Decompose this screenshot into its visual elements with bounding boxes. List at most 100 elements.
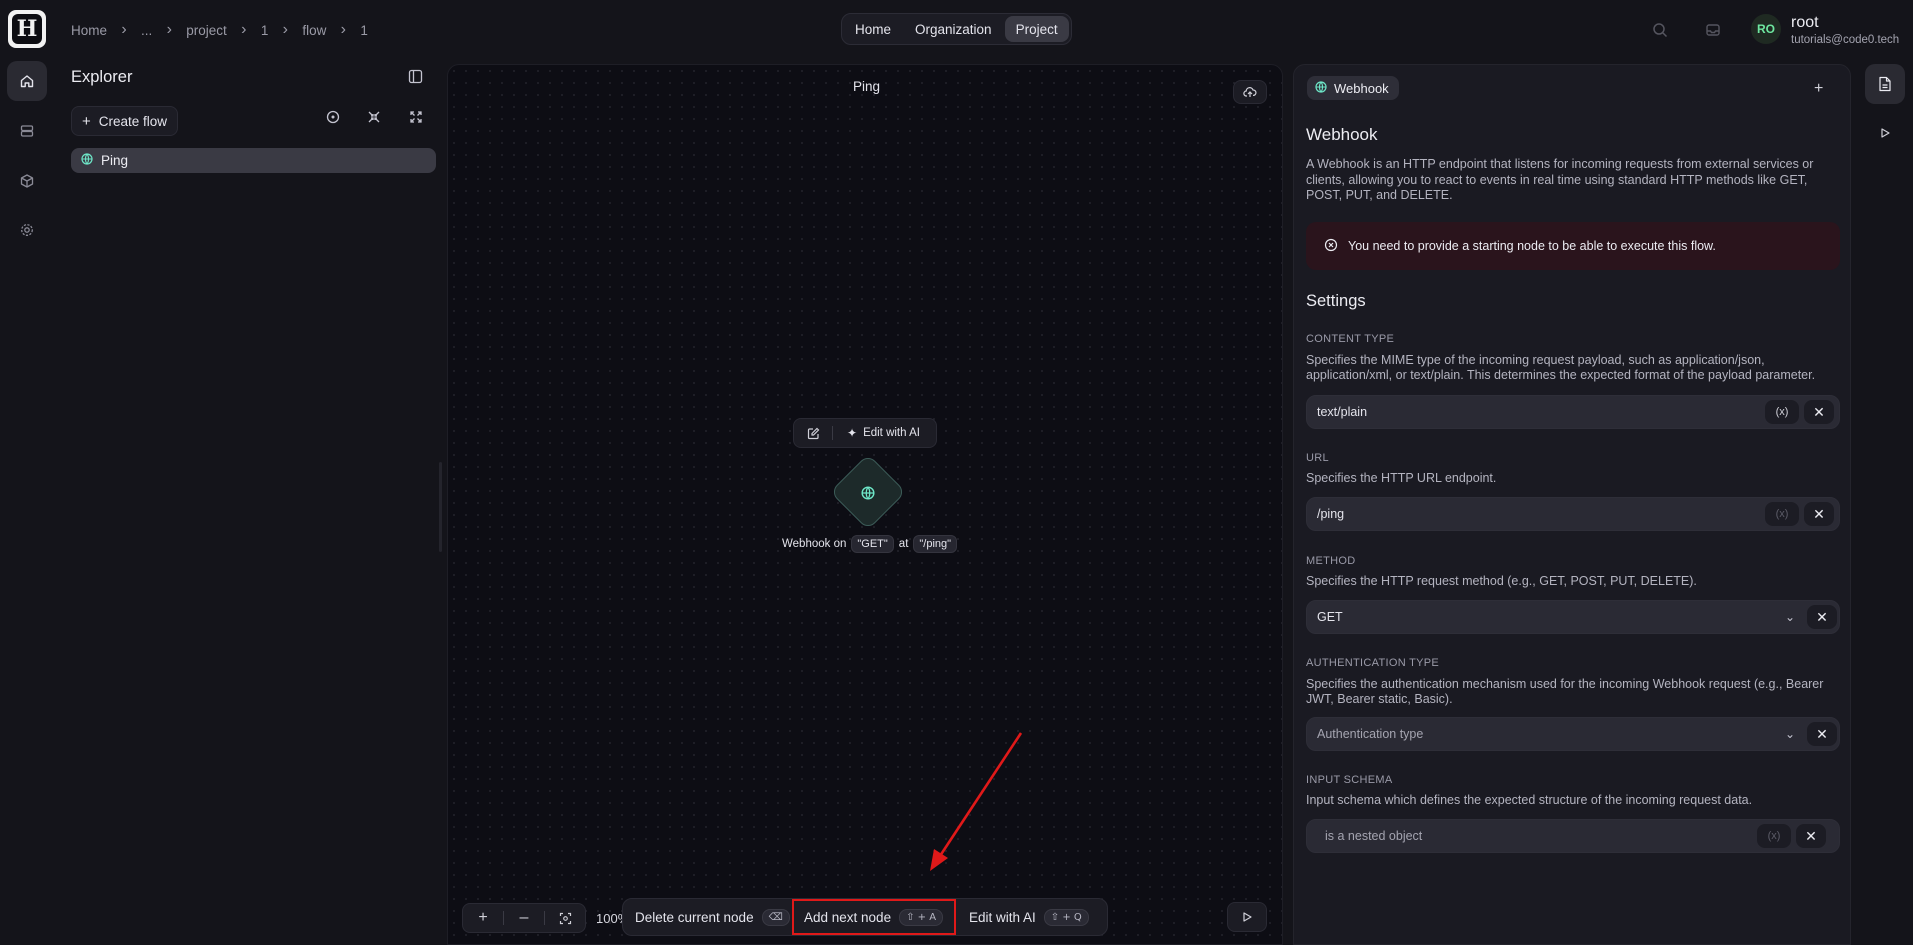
start-node-alert: You need to provide a starting node to b… (1306, 222, 1840, 270)
webhook-chip[interactable]: Webhook (1307, 76, 1399, 100)
auth-type-placeholder: Authentication type (1317, 727, 1424, 741)
avatar[interactable]: RO (1751, 14, 1781, 44)
collapse-all-icon[interactable] (367, 110, 381, 127)
rail-settings-button[interactable] (7, 210, 47, 250)
input-schema-input[interactable]: is a nested object (x) ✕ (1306, 819, 1840, 853)
auth-type-label: AUTHENTICATION TYPE (1306, 657, 1440, 669)
node-label: Webhook on "GET" at "/ping" (782, 535, 958, 553)
auth-type-select[interactable]: Authentication type ⌄ ✕ (1306, 717, 1840, 751)
breadcrumb-project-id[interactable]: 1 (261, 23, 269, 38)
method-label: METHOD (1306, 555, 1356, 567)
node-toolbar: ✦ Edit with AI (793, 418, 937, 448)
add-tab-icon[interactable]: + (1814, 80, 1823, 98)
chevron-down-icon: ⌄ (1785, 727, 1796, 741)
app-logo[interactable]: H (8, 10, 46, 48)
globe-icon (856, 481, 880, 505)
cube-icon (20, 174, 34, 188)
method-select[interactable]: GET ⌄ ✕ (1306, 600, 1840, 634)
target-icon[interactable] (326, 110, 340, 127)
search-icon[interactable] (1649, 19, 1671, 41)
globe-icon (81, 153, 93, 168)
logo-glyph: H (12, 14, 42, 44)
expand-all-icon[interactable] (409, 110, 423, 127)
url-value: /ping (1317, 507, 1345, 521)
edit-with-ai-button[interactable]: Edit with AI ⇧ + Q (969, 899, 1089, 935)
breadcrumb-ellipsis[interactable]: ... (141, 23, 152, 38)
breadcrumb-flow-id[interactable]: 1 (360, 23, 368, 38)
explorer-title: Explorer (71, 68, 133, 86)
variable-toggle-button[interactable]: (x) (1765, 400, 1799, 424)
edit-ai-shortcut: ⇧ + Q (1043, 908, 1089, 926)
x-circle-icon (1324, 238, 1338, 255)
method-value: GET (1317, 610, 1343, 624)
url-description: Specifies the HTTP URL endpoint. (1306, 471, 1497, 485)
url-input[interactable]: /ping (x) ✕ (1306, 497, 1840, 531)
run-flow-button[interactable] (1227, 902, 1267, 932)
gear-icon (21, 224, 33, 236)
resize-handle[interactable] (439, 462, 442, 552)
edit-node-icon[interactable] (794, 427, 832, 440)
create-flow-label: Create flow (98, 113, 168, 129)
nav-home[interactable]: Home (844, 16, 902, 42)
delete-node-button[interactable]: Delete current node ⌫ (635, 899, 790, 935)
alert-text: You need to provide a starting node to b… (1348, 239, 1716, 253)
content-type-label: CONTENT TYPE (1306, 333, 1395, 345)
webhook-chip-label: Webhook (1334, 80, 1389, 96)
zoom-controls: + – (462, 903, 586, 933)
breadcrumb-flow[interactable]: flow (302, 23, 326, 38)
breadcrumb-home[interactable]: Home (71, 23, 107, 38)
server-icon (20, 125, 34, 137)
clear-icon[interactable]: ✕ (1807, 722, 1837, 746)
nav-project[interactable]: Project (1004, 16, 1069, 42)
execute-panel-button[interactable] (1865, 113, 1905, 153)
create-flow-button[interactable]: + Create flow (71, 106, 179, 136)
explorer-item-label: Ping (101, 153, 129, 168)
chevron-right-icon: › (121, 21, 127, 38)
rail-home-button[interactable] (7, 61, 47, 101)
play-icon (1881, 128, 1890, 138)
top-nav: Home Organization Project (841, 13, 1072, 45)
chevron-right-icon: › (340, 21, 346, 38)
delete-node-label: Delete current node (635, 909, 754, 925)
backspace-shortcut: ⌫ (761, 908, 790, 926)
rail-database-button[interactable] (7, 111, 47, 151)
nav-organization[interactable]: Organization (904, 16, 1003, 42)
settings-title: Settings (1306, 292, 1366, 310)
zoom-out-button[interactable]: – (504, 904, 544, 932)
node-path-chip: "/ping" (913, 535, 958, 553)
content-type-input[interactable]: text/plain (x) ✕ (1306, 395, 1840, 429)
user-name: root (1791, 14, 1819, 31)
node-edit-ai-button[interactable]: ✦ Edit with AI (833, 426, 920, 440)
fit-view-icon (559, 912, 571, 924)
clear-icon[interactable]: ✕ (1804, 400, 1834, 424)
clear-icon[interactable]: ✕ (1804, 502, 1834, 526)
variable-toggle-button[interactable]: (x) (1757, 824, 1791, 848)
breadcrumb-project[interactable]: project (186, 23, 227, 38)
globe-icon (1315, 80, 1327, 96)
chevron-right-icon: › (241, 21, 247, 38)
deploy-button[interactable] (1233, 80, 1267, 104)
zoom-in-button[interactable]: + (463, 904, 503, 932)
fit-view-button[interactable] (545, 904, 585, 932)
content-type-description: Specifies the MIME type of the incoming … (1306, 353, 1816, 382)
rail-package-button[interactable] (7, 161, 47, 201)
explorer-item-ping[interactable]: Ping (71, 148, 436, 173)
clear-icon[interactable]: ✕ (1807, 605, 1837, 629)
home-icon (20, 75, 34, 88)
clear-icon[interactable]: ✕ (1796, 824, 1826, 848)
document-panel-button[interactable] (1865, 64, 1905, 104)
url-label: URL (1306, 452, 1329, 464)
input-schema-label: INPUT SCHEMA (1306, 774, 1393, 786)
plus-icon: + (82, 112, 91, 130)
cloud-upload-icon (1243, 87, 1257, 97)
method-description: Specifies the HTTP request method (e.g.,… (1306, 574, 1697, 588)
variable-toggle-button[interactable]: (x) (1765, 502, 1799, 526)
edit-ai-label: Edit with AI (969, 909, 1036, 925)
sidebar-toggle-icon[interactable] (408, 69, 423, 87)
inbox-icon[interactable] (1702, 19, 1724, 41)
annotation-highlight-box (792, 899, 956, 935)
chevron-right-icon: › (166, 21, 172, 38)
node-label-at: at (898, 538, 909, 550)
play-icon (1243, 912, 1252, 922)
breadcrumb: Home › ... › project › 1 › flow › 1 (71, 21, 368, 39)
